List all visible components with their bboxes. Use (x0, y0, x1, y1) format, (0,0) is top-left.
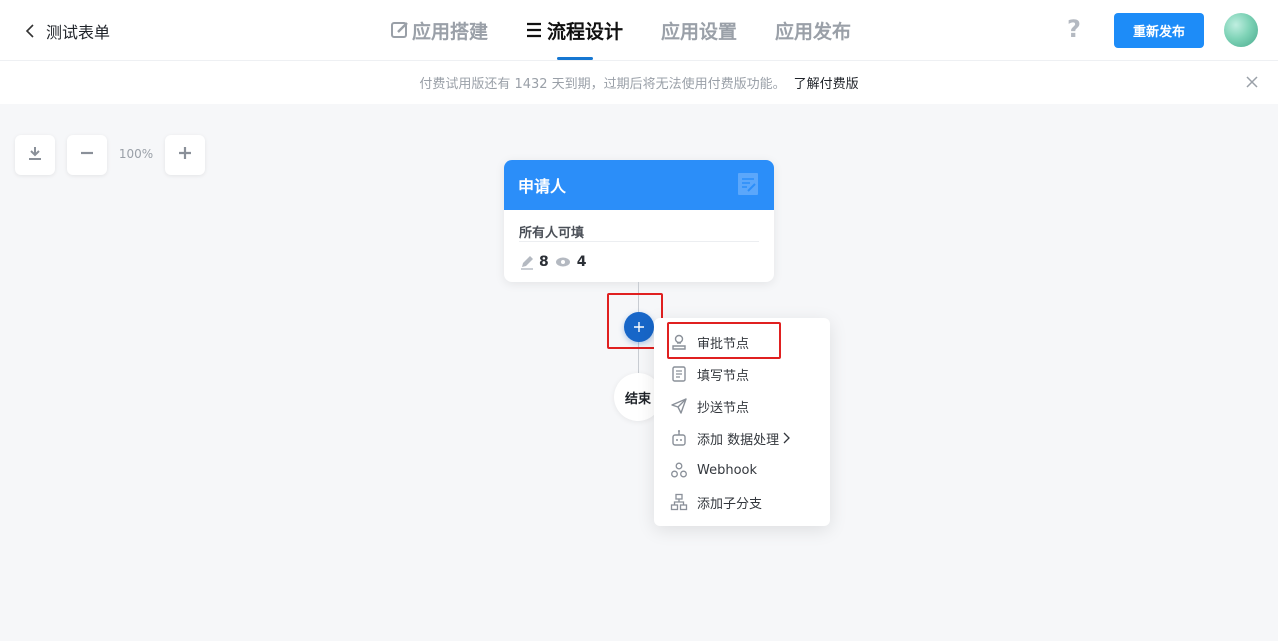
tab-app-build[interactable]: 应用搭建 (390, 0, 488, 60)
main-tabs: 应用搭建 流程设计 应用设置 应用发布 (390, 0, 851, 60)
field-permission-stats: 8 4 (519, 254, 587, 270)
menu-item-label: 添加子分支 (697, 496, 763, 512)
applicant-node-header: 申请人 (504, 160, 774, 210)
trial-notice-text: 付费试用版还有 1432 天到期，过期后将无法使用付费版功能。 (419, 77, 786, 92)
approval-node-highlight (667, 322, 781, 359)
menu-item-label: 填写节点 (697, 368, 750, 384)
eye-icon (555, 254, 571, 270)
menu-item-add-branch[interactable]: 添加子分支 (670, 490, 762, 514)
branch-icon (670, 493, 688, 511)
download-button[interactable] (15, 135, 55, 175)
tab-flow-design[interactable]: 流程设计 (525, 0, 623, 60)
menu-item-data-processing[interactable]: 添加 数据处理 (670, 426, 791, 450)
menu-item-label: Webhook (697, 462, 758, 478)
republish-button[interactable]: 重新发布 (1114, 13, 1204, 48)
flow-icon (525, 20, 545, 40)
back-button[interactable]: 测试表单 (20, 19, 110, 43)
menu-item-fill-node[interactable]: 填写节点 (670, 362, 749, 386)
plus-icon (633, 318, 645, 337)
applicant-node-description: 所有人可填 (519, 226, 585, 241)
chevron-left-icon (20, 20, 40, 42)
tab-label: 应用搭建 (412, 20, 489, 43)
tab-app-settings[interactable]: 应用设置 (661, 0, 737, 60)
zoom-out-button[interactable] (67, 135, 107, 175)
chevron-right-icon (781, 432, 791, 444)
form-name: 测试表单 (46, 23, 111, 42)
tab-label: 流程设计 (547, 20, 624, 43)
applicant-node-card[interactable]: 申请人 所有人可填 8 4 (504, 160, 774, 282)
download-icon (27, 145, 43, 165)
edit-icon (390, 20, 410, 40)
avatar[interactable] (1224, 13, 1258, 47)
add-node-button[interactable] (624, 312, 654, 342)
visible-count: 4 (576, 254, 587, 270)
trial-notice-bar: 付费试用版还有 1432 天到期，过期后将无法使用付费版功能。 了解付费版 (0, 60, 1278, 104)
send-icon (670, 397, 688, 415)
menu-item-cc-node[interactable]: 抄送节点 (670, 394, 749, 418)
minus-icon (79, 145, 95, 165)
form-icon (670, 365, 688, 383)
end-node-label: 结束 (624, 391, 651, 407)
zoom-level: 100% (118, 147, 154, 161)
plus-icon (177, 145, 193, 165)
tab-label: 应用发布 (775, 20, 852, 43)
form-edit-icon (737, 172, 759, 196)
editable-count: 8 (539, 254, 549, 270)
zoom-in-button[interactable] (165, 135, 205, 175)
top-header: 测试表单 应用搭建 流程设计 应用设置 应用发布 ? 重新发布 (0, 0, 1278, 60)
menu-item-label: 抄送节点 (697, 400, 750, 416)
webhook-icon (670, 461, 688, 479)
pencil-icon (519, 254, 535, 270)
card-divider (519, 241, 759, 242)
robot-icon (670, 429, 688, 447)
menu-item-webhook[interactable]: Webhook (670, 458, 757, 482)
close-icon[interactable] (1243, 73, 1261, 91)
tab-app-publish[interactable]: 应用发布 (775, 0, 851, 60)
help-icon[interactable]: ? (1067, 15, 1081, 43)
tab-label: 应用设置 (661, 20, 738, 43)
applicant-node-title: 申请人 (518, 177, 567, 196)
learn-paid-link[interactable]: 了解付费版 (794, 73, 859, 92)
menu-item-label: 添加 数据处理 (697, 432, 780, 448)
